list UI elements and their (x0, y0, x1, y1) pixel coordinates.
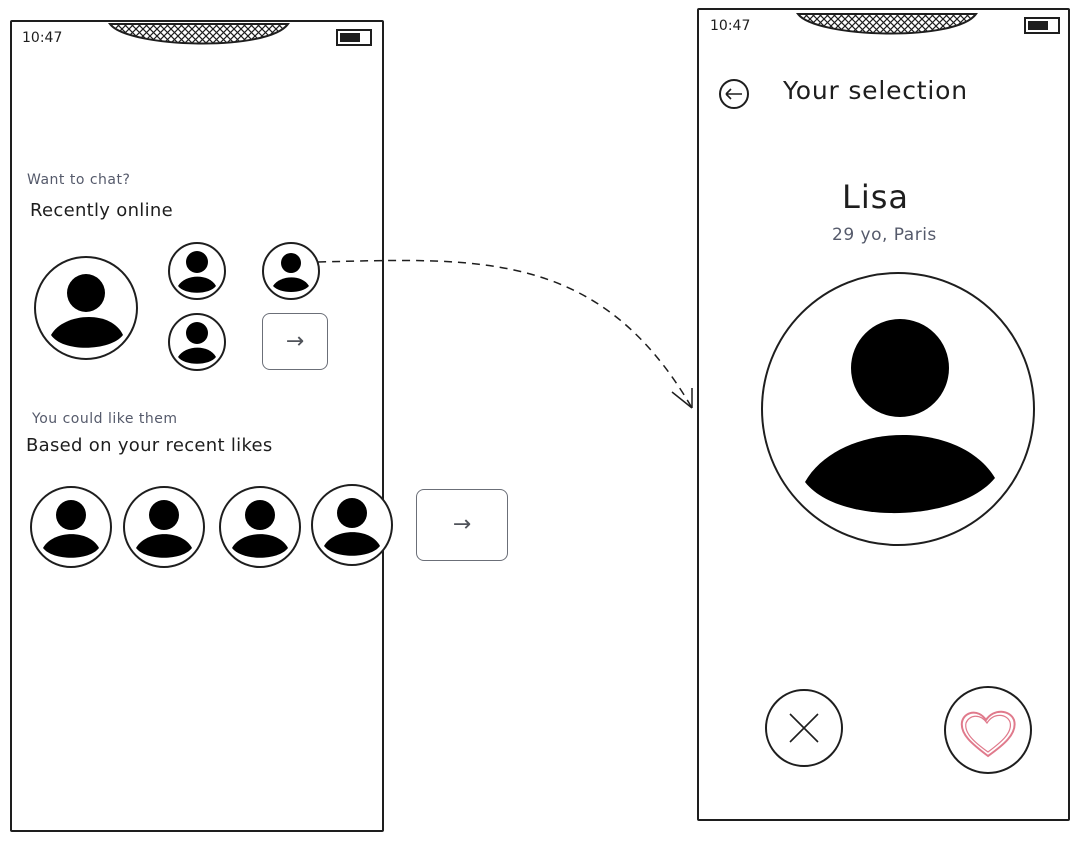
like-button[interactable] (942, 686, 1034, 776)
back-arrow-icon (719, 79, 749, 109)
profile-avatar-icon (761, 272, 1035, 546)
dislike-button[interactable] (764, 688, 844, 768)
profile-details: 29 yo, Paris (832, 225, 937, 245)
heart-icon (944, 686, 1032, 774)
back-button[interactable] (718, 78, 752, 110)
page-title: Your selection (783, 76, 968, 105)
battery-icon (1024, 17, 1060, 34)
close-icon (765, 689, 843, 767)
right-notch (795, 13, 978, 35)
right-status-time: 10:47 (710, 18, 751, 34)
profile-name: Lisa (842, 178, 909, 216)
